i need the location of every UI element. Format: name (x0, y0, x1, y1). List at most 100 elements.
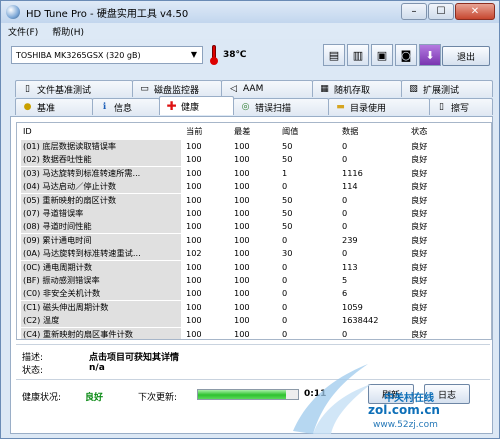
tab-folder-usage[interactable]: ▬ 目录使用 (328, 98, 430, 115)
tab-file-benchmark[interactable]: ▯ 文件基准测试 (15, 80, 133, 97)
menu-help[interactable]: 帮助(H) (52, 25, 84, 38)
row-data: 1638442 (342, 315, 379, 326)
col-worst[interactable]: 最差 (234, 123, 250, 139)
tab-health[interactable]: ✚ 健康 (159, 96, 234, 115)
row-current: 100 (186, 141, 202, 151)
table-row[interactable]: (07) 寻道错误率 100 100 50 0 良好 (17, 207, 491, 220)
row-current: 100 (186, 315, 202, 326)
row-data: 1116 (342, 167, 363, 178)
row-id: (04) 马达启动／停止计数 (21, 180, 181, 194)
window-controls: – ☐ ✕ (400, 3, 495, 20)
tab-aam[interactable]: ◁ AAM (221, 80, 313, 97)
row-current: 100 (186, 275, 202, 285)
table-row[interactable]: (C0) 非安全关机计数 100 100 0 6 良好 (17, 287, 491, 301)
tests-icon: ▧ (409, 83, 418, 94)
row-id: (C2) 温度 (21, 314, 181, 328)
table-row[interactable]: (03) 马达旋转到标准转速所需... 100 100 1 1116 良好 (17, 166, 491, 180)
menu-file[interactable]: 文件(F) (8, 25, 38, 38)
row-status: 良好 (411, 154, 428, 165)
row-data: 113 (342, 261, 358, 272)
health-panel: ID 当前 最差 阈值 数据 状态 (01) 底层数据读取错误率 100 100 50… (10, 116, 493, 434)
drive-select-value: TOSHIBA MK3265GSX (320 gB) (16, 50, 141, 60)
state-label: 状态: (22, 366, 44, 376)
copy-icon: ▤ (328, 48, 340, 62)
table-row[interactable]: (0C) 通电周期计数 100 100 0 113 良好 (17, 260, 491, 274)
row-threshold: 50 (282, 221, 293, 232)
row-worst: 100 (234, 275, 250, 285)
monitor-icon: ▭ (140, 83, 149, 94)
health-status-label: 健康状况: (22, 393, 62, 403)
info-icon: ℹ (102, 101, 107, 112)
thermometer-icon (210, 45, 218, 65)
table-row[interactable]: (08) 寻道时间性能 100 100 50 0 良好 (17, 220, 491, 234)
row-worst: 100 (234, 181, 250, 192)
download-button[interactable]: ⬇ (419, 44, 441, 66)
table-row[interactable]: (04) 马达启动／停止计数 100 100 0 114 良好 (17, 180, 491, 194)
row-threshold: 30 (282, 248, 293, 259)
tab-erase[interactable]: ▯ 擦写 (429, 98, 493, 115)
table-row[interactable]: (BF) 振动感测错误率 100 100 0 5 良好 (17, 274, 491, 287)
speaker-icon: ◁ (230, 83, 237, 94)
screenshot-button[interactable]: ◙ (395, 44, 417, 66)
row-status: 良好 (411, 194, 428, 205)
row-threshold: 0 (282, 234, 288, 245)
row-status: 良好 (411, 315, 428, 326)
row-current: 100 (186, 154, 202, 165)
tab-disk-monitor[interactable]: ▭ 磁盘监控器 (132, 80, 222, 97)
row-status: 良好 (411, 261, 428, 272)
drive-select[interactable]: TOSHIBA MK3265GSX (320 gB) ▼ (11, 46, 203, 64)
random-icon: ▦ (320, 83, 329, 94)
table-row[interactable]: (02) 数据吞吐性能 100 100 50 0 良好 (17, 153, 491, 167)
close-button[interactable]: ✕ (455, 3, 495, 20)
table-row[interactable]: (C4) 重新映射的扇区事件计数 100 100 0 0 良好 (17, 327, 491, 339)
table-row[interactable]: (C1) 磁头伸出周期计数 100 100 0 1059 良好 (17, 300, 491, 314)
row-id: (02) 数据吞吐性能 (21, 153, 181, 167)
table-row[interactable]: (01) 底层数据读取错误率 100 100 50 0 良好 (17, 140, 491, 153)
tab-random-access[interactable]: ▦ 随机存取 (312, 80, 402, 97)
col-current[interactable]: 当前 (186, 123, 202, 139)
app-window: HD Tune Pro - 硬盘实用工具 v4.50 – ☐ ✕ 文件(F) 帮… (0, 0, 500, 439)
health-status-value: 良好 (85, 393, 104, 403)
description-label: 描述: (22, 353, 44, 363)
tab-benchmark[interactable]: ● 基准 (15, 98, 93, 115)
copy-button[interactable]: ▤ (323, 44, 345, 66)
tab-extra-tests[interactable]: ▧ 扩展测试 (401, 80, 493, 97)
watermark-url: www.52zj.com (373, 420, 438, 430)
row-threshold: 50 (282, 194, 293, 205)
row-current: 100 (186, 301, 202, 312)
description-value: 点击项目可获知其详情 (89, 353, 180, 363)
maximize-button[interactable]: ☐ (428, 3, 454, 20)
minimize-button[interactable]: – (401, 3, 427, 20)
camera-icon: ◙ (400, 48, 412, 62)
row-current: 100 (186, 234, 202, 245)
state-value: n/a (89, 363, 105, 373)
table-row[interactable]: (09) 累计通电时间 100 100 0 239 良好 (17, 233, 491, 247)
row-data: 5 (342, 275, 348, 285)
table-row[interactable]: (05) 重新映射的扇区计数 100 100 50 0 良好 (17, 193, 491, 207)
row-status: 良好 (411, 328, 428, 339)
copy-info-button[interactable]: ▥ (347, 44, 369, 66)
save-button[interactable]: ▣ (371, 44, 393, 66)
row-current: 100 (186, 208, 202, 218)
col-threshold[interactable]: 阈值 (282, 123, 298, 139)
table-row[interactable]: (0A) 马达旋转到标准转速重试... 102 100 30 0 良好 (17, 247, 491, 261)
row-id: (09) 累计通电时间 (21, 233, 181, 247)
col-status[interactable]: 状态 (411, 123, 427, 139)
row-threshold: 0 (282, 275, 288, 285)
tab-error-scan[interactable]: ◎ 错误扫描 (233, 98, 329, 115)
row-status: 良好 (411, 221, 428, 232)
col-data[interactable]: 数据 (342, 123, 358, 139)
row-current: 100 (186, 261, 202, 272)
row-worst: 100 (234, 208, 250, 218)
row-worst: 100 (234, 194, 250, 205)
tab-info[interactable]: ℹ 信息 (92, 98, 160, 115)
col-id[interactable]: ID (21, 123, 181, 139)
exit-button[interactable]: 退出 (442, 46, 490, 66)
row-status: 良好 (411, 167, 428, 178)
row-worst: 100 (234, 248, 250, 259)
temperature-readout: 38℃ (223, 50, 247, 60)
row-id: (01) 底层数据读取错误率 (21, 140, 181, 153)
row-status: 良好 (411, 181, 428, 192)
table-row[interactable]: (C2) 温度 100 100 0 1638442 良好 (17, 314, 491, 328)
chevron-down-icon: ▼ (190, 50, 198, 59)
